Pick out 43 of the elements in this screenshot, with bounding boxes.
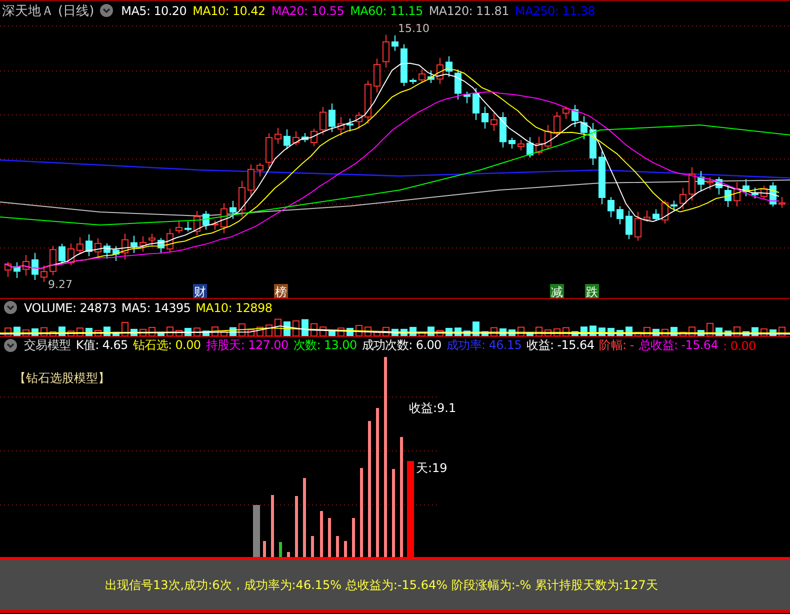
- signal-bar: [328, 518, 331, 559]
- model-indicator: K值: 4.65: [76, 337, 128, 354]
- event-marker[interactable]: 跌: [585, 284, 599, 298]
- model-name: 交易模型: [24, 337, 71, 354]
- event-marker[interactable]: 榜: [274, 284, 288, 298]
- model-indicator: 持股天: 127.00: [206, 337, 288, 354]
- signal-bar: [336, 536, 339, 559]
- low-price-label: 9.27: [48, 278, 72, 291]
- model-title: 【钻石选股模型】: [14, 370, 110, 387]
- signal-bar: [352, 518, 355, 559]
- summary-text: 出现信号13次,成功:6次，成功率为:46.15% 总收益为:-15.64% 阶段涨幅为:-% 累计持股天数为:127天: [105, 576, 658, 594]
- model-indicator: : 0.00: [723, 338, 756, 352]
- ma-indicator: MA5: 10.20: [121, 4, 187, 18]
- volume-indicator: VOLUME: 24873: [24, 300, 116, 314]
- signal-bar: [253, 505, 260, 559]
- volume-indicator: MA10: 12898: [196, 300, 272, 314]
- model-indicator: 成功次数: 6.00: [362, 337, 442, 354]
- event-marker[interactable]: 减: [550, 284, 564, 298]
- days-label: 天:19: [416, 460, 448, 477]
- event-marker[interactable]: 财: [193, 284, 207, 298]
- model-indicator: 次数: 13.00: [293, 337, 357, 354]
- model-indicator: 收益: -15.64: [526, 337, 594, 354]
- signal-bar: [311, 536, 314, 559]
- model-indicator: 总收益: -15.64: [638, 337, 718, 354]
- ma-indicator: MA250: 11.38: [514, 4, 595, 18]
- profit-label: 收益:9.1: [409, 400, 456, 417]
- ma-indicator: MA10: 10.42: [192, 4, 266, 18]
- period-label: (日线): [58, 2, 94, 20]
- dropdown-icon[interactable]: [100, 4, 114, 17]
- ma-indicator: MA120: 11.81: [428, 4, 509, 18]
- stock-title: 深天地Ａ: [2, 2, 54, 20]
- volume-indicator: MA5: 14395: [121, 300, 191, 314]
- model-indicator: 钻石选: 0.00: [132, 337, 201, 354]
- model-indicator: 成功率: 46.15: [446, 337, 522, 354]
- signal-bar: [320, 511, 323, 559]
- signal-bar: [271, 495, 274, 559]
- ma-indicator: MA20: 10.55: [271, 4, 344, 18]
- ma-indicator: MA60: 11.15: [350, 4, 423, 18]
- dropdown-icon[interactable]: [4, 339, 17, 352]
- dropdown-icon[interactable]: [4, 301, 17, 314]
- high-price-label: 15.10: [398, 22, 430, 35]
- signal-bar: [295, 496, 298, 559]
- model-indicator: 阶幅: -: [599, 337, 634, 354]
